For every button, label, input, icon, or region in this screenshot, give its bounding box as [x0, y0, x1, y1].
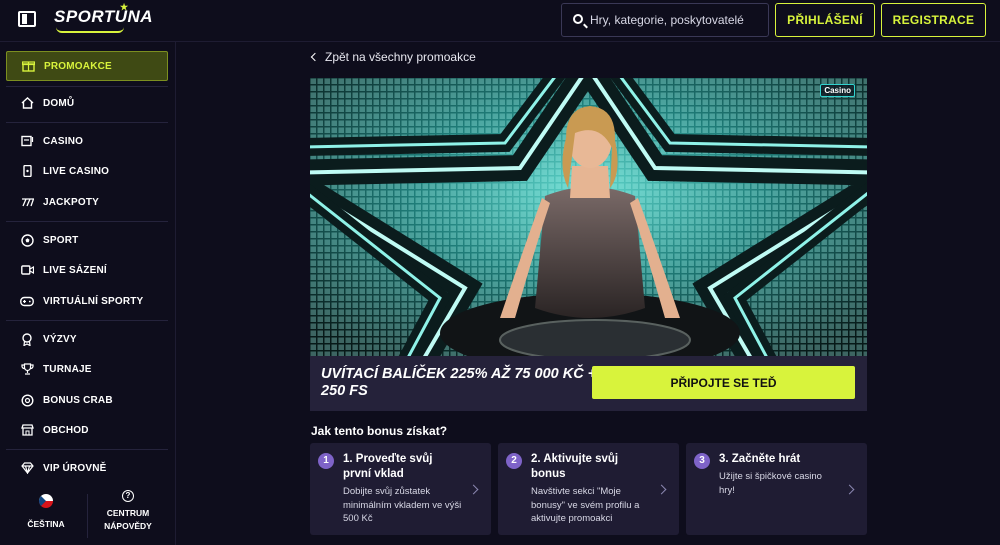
casino-tag: Casino — [820, 84, 855, 97]
sidebar-item-virtualni-sporty[interactable]: VIRTUÁLNÍ SPORTY — [6, 286, 168, 316]
back-link[interactable]: Zpět na všechny promoakce — [310, 50, 476, 64]
brand-logo[interactable]: SPORTUNA ★ — [54, 2, 154, 33]
promo-hero-image: Casino — [310, 78, 867, 356]
sidebar-item-label: LIVE CASINO — [43, 165, 110, 177]
footer-divider — [87, 494, 88, 538]
step-number-badge: 3 — [694, 453, 710, 469]
top-header: SPORTUNA ★ PŘIHLÁŠENÍ REGISTRACE — [0, 0, 1000, 42]
promo-title: UVÍTACÍ BALÍČEK 225% AŽ 75 000 KČ + 250 … — [321, 366, 597, 399]
brand-logo-text: SPORTUNA — [54, 7, 154, 26]
chevron-right-icon — [844, 484, 855, 495]
sidebar-item-obchod[interactable]: OBCHOD — [6, 415, 168, 445]
sidebar-item-promoakce[interactable]: PROMOAKCE — [6, 51, 168, 81]
join-now-button[interactable]: PŘIPOJTE SE TEĎ — [592, 366, 855, 399]
sidebar-item-label: DOMŮ — [43, 97, 75, 109]
chevron-right-icon — [656, 484, 667, 495]
language-label: ČEŠTINA — [27, 519, 65, 529]
step-number-badge: 1 — [318, 453, 334, 469]
soccer-ball-icon — [20, 233, 34, 247]
step-description: Navštivte sekci "Moje bonusy" ve svém pr… — [531, 486, 640, 524]
sidebar-divider — [6, 320, 168, 321]
medal-icon — [20, 332, 34, 346]
search-box[interactable] — [561, 3, 769, 37]
back-link-label: Zpět na všechny promoakce — [325, 50, 476, 64]
question-icon: ? — [122, 490, 134, 502]
slot-machine-icon — [20, 134, 34, 148]
sidebar-item-label: JACKPOTY — [43, 196, 100, 208]
sidebar-item-label: BONUS CRAB — [43, 394, 113, 406]
sidebar-item-casino[interactable]: CASINO — [6, 126, 168, 156]
search-input[interactable] — [590, 10, 764, 30]
step-title: 2. Aktivujte svůj bonus — [531, 453, 619, 480]
sidebar-item-bonus-crab[interactable]: BONUS CRAB — [6, 385, 168, 415]
step-card-2[interactable]: 2 2. Aktivujte svůj bonus Navštivte sekc… — [498, 443, 679, 535]
sidebar-toggle-icon[interactable] — [18, 11, 36, 27]
gamepad-icon — [20, 294, 34, 308]
chevron-left-icon — [310, 52, 320, 62]
step-description: Užijte si špičkové casino hry! — [719, 471, 822, 496]
search-icon — [573, 14, 583, 24]
help-label-line1: CENTRUM — [106, 508, 150, 518]
sidebar-item-vip-urovne[interactable]: VIP ÚROVNĚ — [6, 453, 168, 483]
step-card-3[interactable]: 3 3. Začněte hrát Užijte si špičkové cas… — [686, 443, 867, 535]
login-button[interactable]: PŘIHLÁŠENÍ — [775, 3, 875, 37]
sidebar: PROMOAKCE DOMŮ CASINO LIVE CASINO JACKPO… — [0, 42, 176, 545]
home-icon — [20, 96, 34, 110]
sidebar-item-vyzvy[interactable]: VÝZVY — [6, 324, 168, 354]
live-video-icon — [20, 263, 34, 277]
hero-illustration — [310, 78, 867, 356]
sidebar-item-live-sazeni[interactable]: LIVE SÁZENÍ — [6, 255, 168, 285]
help-center-link[interactable]: ? CENTRUM NÁPOVĚDY — [96, 490, 160, 532]
language-selector[interactable]: ČEŠTINA — [14, 494, 78, 532]
step-number-badge: 2 — [506, 453, 522, 469]
gift-icon — [21, 59, 35, 73]
czech-flag-icon — [39, 494, 53, 508]
step-title: 3. Začněte hrát — [719, 453, 801, 465]
step-title: 1. Proveďte svůj první vklad — [343, 453, 433, 480]
chevron-right-icon — [468, 484, 479, 495]
sidebar-item-jackpoty[interactable]: JACKPOTY — [6, 187, 168, 217]
sidebar-item-label: CASINO — [43, 135, 84, 147]
logo-swoosh — [56, 27, 124, 33]
sidebar-item-label: VIP ÚROVNĚ — [43, 462, 107, 474]
sidebar-divider — [6, 86, 168, 87]
sidebar-item-live-casino[interactable]: LIVE CASINO — [6, 156, 168, 186]
promo-bar: UVÍTACÍ BALÍČEK 225% AŽ 75 000 KČ + 250 … — [310, 356, 867, 411]
sidebar-divider — [6, 122, 168, 123]
sidebar-divider — [6, 221, 168, 222]
step-description: Dobijte svůj zůstatek minimálním vkladem… — [343, 486, 462, 524]
sidebar-item-label: TURNAJE — [43, 363, 92, 375]
star-icon: ★ — [120, 2, 129, 12]
jackpot-icon — [20, 195, 34, 209]
shop-icon — [20, 423, 34, 437]
how-to-get-bonus-heading: Jak tento bonus získat? — [311, 424, 448, 438]
help-label-line2: NÁPOVĚDY — [104, 521, 152, 531]
sidebar-footer: ČEŠTINA ? CENTRUM NÁPOVĚDY — [0, 488, 176, 545]
register-button[interactable]: REGISTRACE — [881, 3, 986, 37]
sidebar-item-sport[interactable]: SPORT — [6, 225, 168, 255]
sidebar-item-label: OBCHOD — [43, 424, 89, 436]
sidebar-divider — [6, 449, 168, 450]
sidebar-item-label: PROMOAKCE — [44, 60, 112, 72]
sidebar-item-turnaje[interactable]: TURNAJE — [6, 354, 168, 384]
crab-icon — [20, 393, 34, 407]
sidebar-item-label: VIRTUÁLNÍ SPORTY — [43, 295, 144, 307]
step-card-1[interactable]: 1 1. Proveďte svůj první vklad Dobijte s… — [310, 443, 491, 535]
diamond-icon — [20, 461, 34, 475]
sidebar-item-label: SPORT — [43, 234, 79, 246]
card-icon — [20, 164, 34, 178]
sidebar-item-label: LIVE SÁZENÍ — [43, 264, 107, 276]
sidebar-item-domu[interactable]: DOMŮ — [6, 88, 168, 118]
trophy-icon — [20, 362, 34, 376]
sidebar-item-label: VÝZVY — [43, 333, 77, 345]
